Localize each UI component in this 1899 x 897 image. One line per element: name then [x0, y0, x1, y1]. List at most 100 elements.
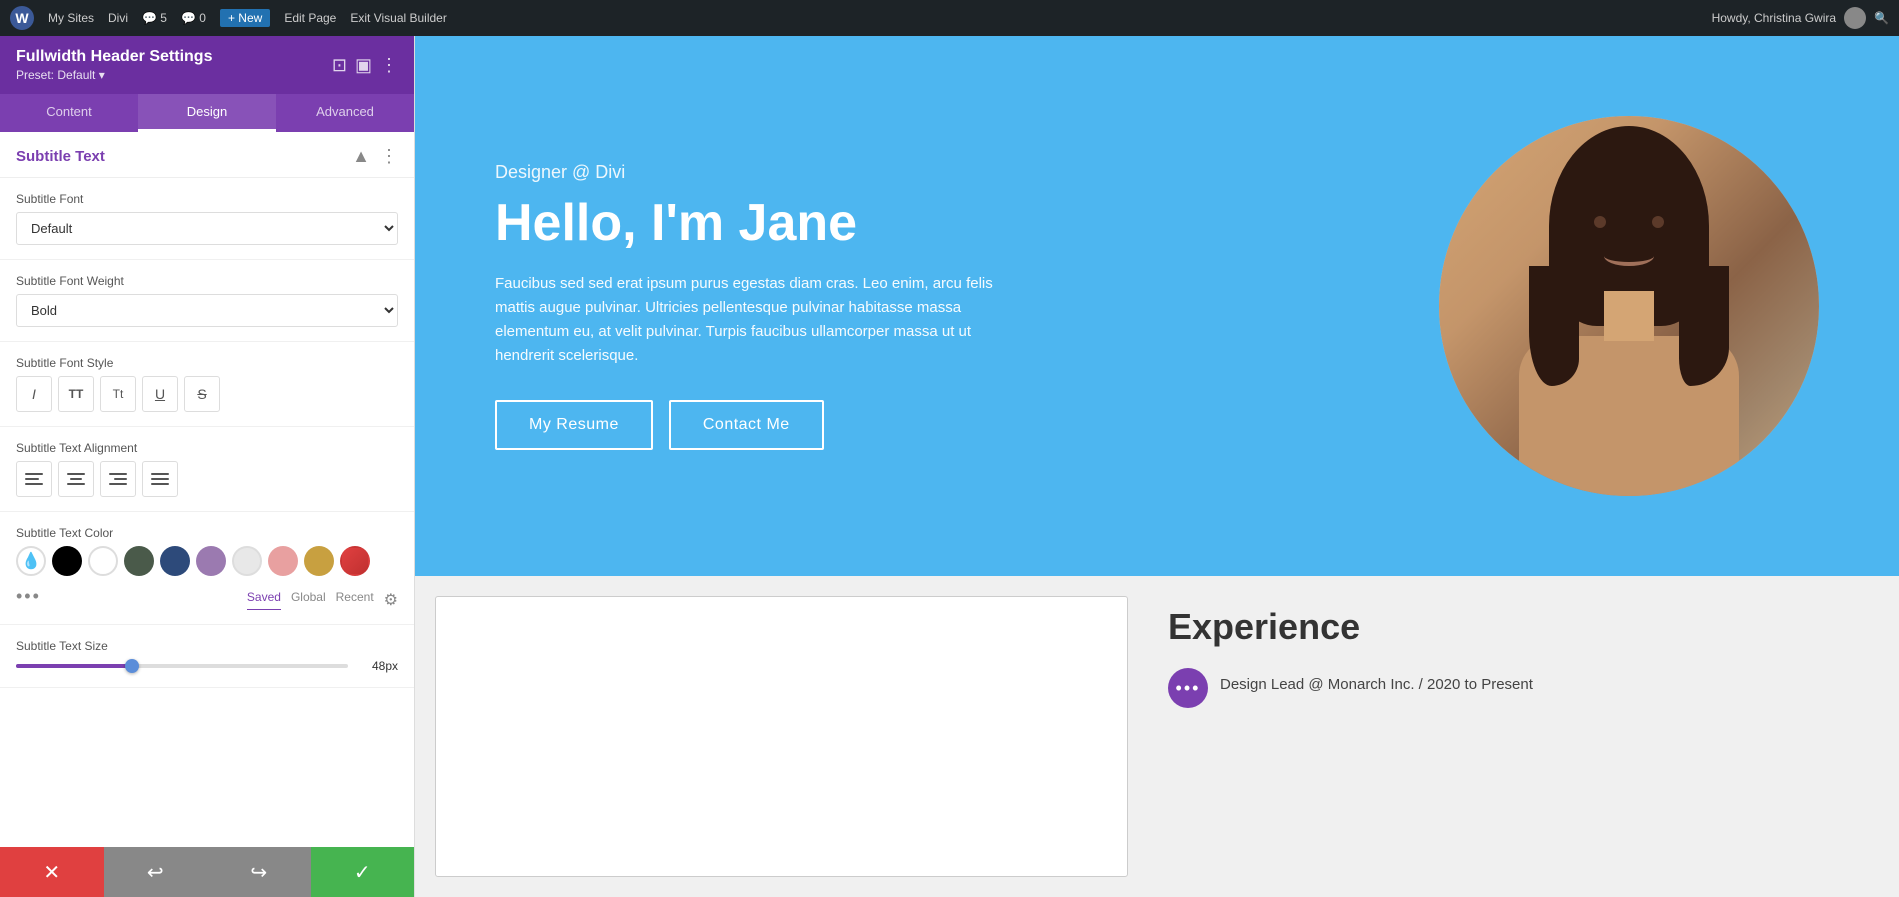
new-button[interactable]: + New: [220, 9, 270, 27]
cancel-button[interactable]: ✕: [0, 847, 104, 897]
hero-description: Faucibus sed sed erat ipsum purus egesta…: [495, 272, 995, 368]
experience-title: Experience: [1168, 606, 1859, 648]
subtitle-font-weight-select[interactable]: Bold: [16, 294, 398, 327]
panel-header-icons: ⊡ ▣ ⋮: [332, 55, 398, 76]
panel-bottom-bar: ✕ ↩ ↪ ✓: [0, 847, 414, 897]
main-layout: Fullwidth Header Settings Preset: Defaul…: [0, 36, 1899, 897]
save-button[interactable]: ✓: [311, 847, 415, 897]
color-swatches-row: 💧: [16, 546, 398, 576]
content-left-panel: [435, 596, 1128, 877]
slider-fill: [16, 664, 132, 668]
subtitle-text-size-label: Subtitle Text Size: [16, 639, 398, 653]
expand-button[interactable]: ▣: [355, 55, 372, 76]
color-tab-saved[interactable]: Saved: [247, 590, 281, 610]
hero-section: Designer @ Divi Hello, I'm Jane Faucibus…: [415, 36, 1899, 576]
align-left-button[interactable]: [16, 461, 52, 497]
underline-style-button[interactable]: U: [142, 376, 178, 412]
black-swatch[interactable]: [52, 546, 82, 576]
subtitle-text-alignment-label: Subtitle Text Alignment: [16, 441, 398, 455]
eyedropper-swatch[interactable]: 💧: [16, 546, 46, 576]
tab-design[interactable]: Design: [138, 94, 276, 132]
align-center-button[interactable]: [58, 461, 94, 497]
tab-content[interactable]: Content: [0, 94, 138, 132]
color-more-options[interactable]: •••: [16, 586, 41, 607]
settings-panel: Fullwidth Header Settings Preset: Defaul…: [0, 36, 415, 897]
my-sites-link[interactable]: My Sites: [48, 11, 94, 25]
italic-style-button[interactable]: I: [16, 376, 52, 412]
dark-blue-swatch[interactable]: [160, 546, 190, 576]
comment-zero: 💬 0: [181, 11, 206, 25]
color-settings-icon[interactable]: ⚙: [384, 590, 398, 610]
avatar-smile: [1604, 246, 1654, 266]
panel-header: Fullwidth Header Settings Preset: Defaul…: [0, 36, 414, 94]
slider-thumb[interactable]: [125, 659, 139, 673]
hero-subtitle: Designer @ Divi: [495, 162, 1399, 183]
preview-area: Designer @ Divi Hello, I'm Jane Faucibus…: [415, 36, 1899, 897]
howdy-text: Howdy, Christina Gwira: [1712, 11, 1836, 25]
maximize-button[interactable]: ⊡: [332, 55, 347, 76]
align-right-button[interactable]: [100, 461, 136, 497]
comment-count-badge: 💬 5: [142, 11, 167, 25]
subtitle-text-alignment-field: Subtitle Text Alignment: [0, 427, 414, 512]
white-swatch[interactable]: [88, 546, 118, 576]
tab-advanced[interactable]: Advanced: [276, 94, 414, 132]
hero-avatar-image: [1439, 116, 1819, 496]
experience-item-text: Design Lead @ Monarch Inc. / 2020 to Pre…: [1220, 668, 1533, 693]
experience-dot[interactable]: •••: [1168, 668, 1208, 708]
subtitle-font-weight-label: Subtitle Font Weight: [16, 274, 398, 288]
subtitle-text-section-header: Subtitle Text ▲ ⋮: [0, 132, 414, 178]
subtitle-font-style-label: Subtitle Font Style: [16, 356, 398, 370]
user-avatar: [1844, 7, 1866, 29]
edit-page-link[interactable]: Edit Page: [284, 11, 336, 25]
avatar-eye-right: [1652, 216, 1664, 228]
gold-swatch[interactable]: [304, 546, 334, 576]
light-gray-swatch[interactable]: [232, 546, 262, 576]
panel-tabs: Content Design Advanced: [0, 94, 414, 132]
strikethrough-style-button[interactable]: S: [184, 376, 220, 412]
panel-body: Subtitle Text ▲ ⋮ Subtitle Font Default …: [0, 132, 414, 847]
align-justify-button[interactable]: [142, 461, 178, 497]
uppercase-style-button[interactable]: TT: [58, 376, 94, 412]
hero-buttons: My Resume Contact Me: [495, 400, 1399, 450]
subtitle-font-field: Subtitle Font Default: [0, 178, 414, 260]
subtitle-font-weight-field: Subtitle Font Weight Bold: [0, 260, 414, 342]
avatar-neck: [1604, 291, 1654, 341]
subtitle-text-color-field: Subtitle Text Color 💧 ••• Save: [0, 512, 414, 625]
subtitle-font-style-field: Subtitle Font Style I TT Tt U S: [0, 342, 414, 427]
redo-button[interactable]: ↪: [207, 847, 311, 897]
contact-me-button[interactable]: Contact Me: [669, 400, 824, 450]
exit-visual-builder-link[interactable]: Exit Visual Builder: [350, 11, 447, 25]
color-tab-recent[interactable]: Recent: [336, 590, 374, 610]
hero-title: Hello, I'm Jane: [495, 195, 1399, 252]
section-more-icon[interactable]: ⋮: [380, 146, 398, 167]
wordpress-icon[interactable]: W: [10, 6, 34, 30]
panel-preset: Preset: Default ▾: [16, 68, 212, 82]
hero-content: Designer @ Divi Hello, I'm Jane Faucibus…: [495, 162, 1399, 450]
slider-track[interactable]: [16, 664, 348, 668]
subtitle-font-label: Subtitle Font: [16, 192, 398, 206]
style-buttons-row: I TT Tt U S: [16, 376, 398, 412]
undo-button[interactable]: ↩: [104, 847, 208, 897]
divi-link[interactable]: Divi: [108, 11, 128, 25]
content-right-panel: Experience ••• Design Lead @ Monarch Inc…: [1128, 576, 1899, 897]
avatar-eyes: [1594, 216, 1664, 228]
purple-swatch[interactable]: [196, 546, 226, 576]
search-icon[interactable]: 🔍: [1874, 11, 1889, 25]
dark-green-swatch[interactable]: [124, 546, 154, 576]
pink-swatch[interactable]: [268, 546, 298, 576]
below-hero-section: Experience ••• Design Lead @ Monarch Inc…: [415, 576, 1899, 897]
red-swatch[interactable]: [340, 546, 370, 576]
collapse-icon[interactable]: ▲: [352, 146, 370, 167]
color-tabs: Saved Global Recent ⚙: [247, 590, 398, 610]
section-title: Subtitle Text: [16, 148, 105, 165]
hero-image-container: [1439, 116, 1819, 496]
more-options-button[interactable]: ⋮: [380, 55, 398, 76]
avatar-eye-left: [1594, 216, 1606, 228]
slider-row: 48px: [16, 659, 398, 673]
panel-title: Fullwidth Header Settings: [16, 48, 212, 66]
capitalize-style-button[interactable]: Tt: [100, 376, 136, 412]
subtitle-font-select[interactable]: Default: [16, 212, 398, 245]
color-tab-global[interactable]: Global: [291, 590, 326, 610]
alignment-buttons-row: [16, 461, 398, 497]
my-resume-button[interactable]: My Resume: [495, 400, 653, 450]
